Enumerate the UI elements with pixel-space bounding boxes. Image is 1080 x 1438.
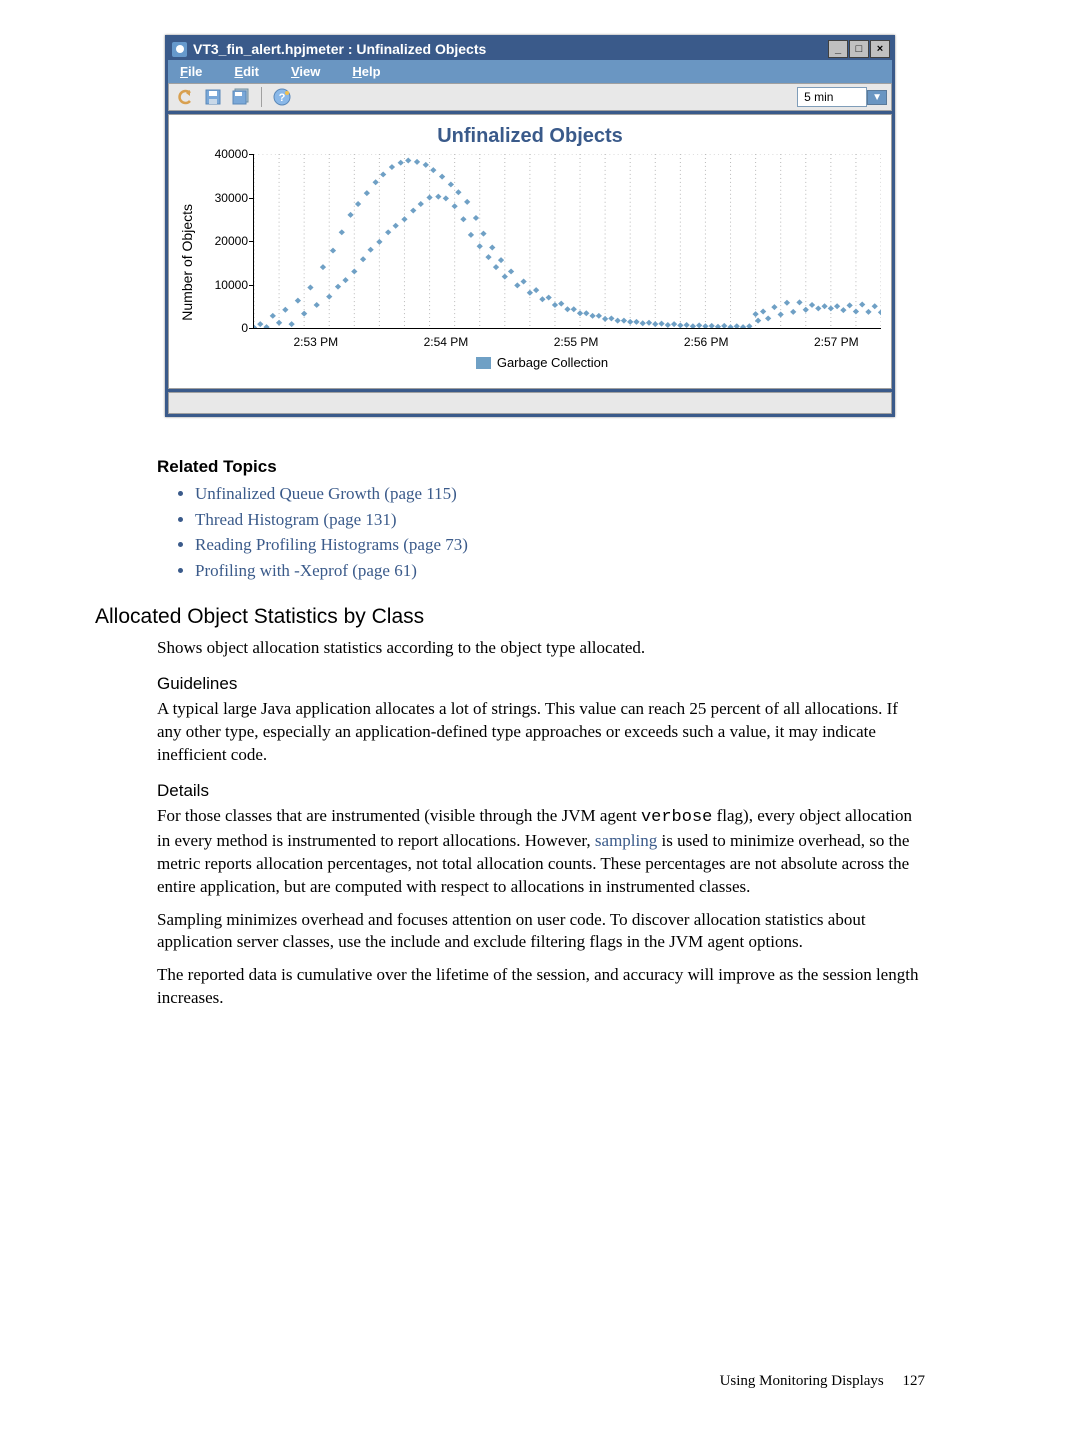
menu-file[interactable]: File: [180, 64, 202, 79]
guidelines-text: A typical large Java application allocat…: [157, 698, 925, 767]
app-window: VT3_fin_alert.hpjmeter : Unfinalized Obj…: [165, 35, 895, 417]
link-xeprof[interactable]: Profiling with -Xeprof (page 61): [195, 561, 417, 580]
section-intro: Shows object allocation statistics accor…: [157, 637, 925, 660]
details-text: For those classes that are instrumented …: [157, 806, 641, 825]
saveall-icon[interactable]: [229, 86, 253, 108]
details-heading: Details: [157, 781, 925, 801]
menubar: File Edit View Help: [168, 60, 892, 83]
menu-view[interactable]: View: [291, 64, 320, 79]
svg-text:?: ?: [279, 92, 286, 104]
x-tick: 2:54 PM: [424, 335, 469, 349]
x-axis-labels: 2:53 PM 2:54 PM 2:55 PM 2:56 PM 2:57 PM: [253, 329, 881, 349]
section-heading: Allocated Object Statistics by Class: [95, 605, 925, 629]
link-unfinalized-queue[interactable]: Unfinalized Queue Growth (page 115): [195, 484, 457, 503]
list-item: Reading Profiling Histograms (page 73): [195, 532, 925, 558]
x-tick: 2:56 PM: [684, 335, 729, 349]
back-icon[interactable]: [173, 86, 197, 108]
x-tick: 2:55 PM: [554, 335, 599, 349]
legend: Garbage Collection: [203, 355, 881, 370]
maximize-button[interactable]: □: [849, 40, 869, 58]
y-tick: 0: [202, 321, 248, 335]
y-tick: 10000: [202, 278, 248, 292]
details-para-2: Sampling minimizes overhead and focuses …: [157, 909, 925, 955]
y-tick: 20000: [202, 234, 248, 248]
toolbar-divider: [261, 87, 262, 107]
interval-value: 5 min: [797, 87, 867, 107]
chevron-down-icon[interactable]: ▼: [867, 90, 887, 105]
menu-edit[interactable]: Edit: [234, 64, 259, 79]
toolbar: ? 5 min ▼: [168, 83, 892, 111]
details-para-1: For those classes that are instrumented …: [157, 805, 925, 899]
interval-dropdown[interactable]: 5 min ▼: [797, 87, 887, 107]
details-para-3: The reported data is cumulative over the…: [157, 964, 925, 1010]
save-icon[interactable]: [201, 86, 225, 108]
chart-plot: 010000200003000040000: [253, 154, 881, 329]
related-topics-heading: Related Topics: [157, 457, 925, 477]
legend-swatch: [476, 357, 491, 369]
statusbar: [168, 392, 892, 414]
list-item: Profiling with -Xeprof (page 61): [195, 558, 925, 584]
link-thread-histogram[interactable]: Thread Histogram (page 131): [195, 510, 397, 529]
app-icon: [172, 42, 187, 57]
list-item: Thread Histogram (page 131): [195, 507, 925, 533]
help-icon[interactable]: ?: [270, 86, 294, 108]
page-number: 127: [903, 1373, 926, 1389]
link-sampling[interactable]: sampling: [595, 831, 657, 850]
chart-pane: Unfinalized Objects Number of Objects 01…: [168, 114, 892, 389]
footer-section: Using Monitoring Displays: [720, 1373, 884, 1389]
chart-title: Unfinalized Objects: [179, 125, 881, 148]
x-tick: 2:57 PM: [814, 335, 859, 349]
legend-label: Garbage Collection: [497, 355, 608, 370]
page-footer: Using Monitoring Displays 127: [720, 1373, 925, 1390]
x-tick: 2:53 PM: [293, 335, 338, 349]
verbose-flag: verbose: [641, 808, 712, 827]
titlebar[interactable]: VT3_fin_alert.hpjmeter : Unfinalized Obj…: [168, 38, 892, 60]
close-button[interactable]: ×: [870, 40, 890, 58]
y-tick: 40000: [202, 147, 248, 161]
y-tick: 30000: [202, 191, 248, 205]
guidelines-heading: Guidelines: [157, 674, 925, 694]
window-title: VT3_fin_alert.hpjmeter : Unfinalized Obj…: [193, 41, 827, 57]
menu-help[interactable]: Help: [352, 64, 380, 79]
y-axis-label: Number of Objects: [179, 204, 195, 321]
link-profiling-histograms[interactable]: Reading Profiling Histograms (page 73): [195, 535, 468, 554]
minimize-button[interactable]: _: [828, 40, 848, 58]
list-item: Unfinalized Queue Growth (page 115): [195, 481, 925, 507]
related-topics-list: Unfinalized Queue Growth (page 115) Thre…: [195, 481, 925, 583]
